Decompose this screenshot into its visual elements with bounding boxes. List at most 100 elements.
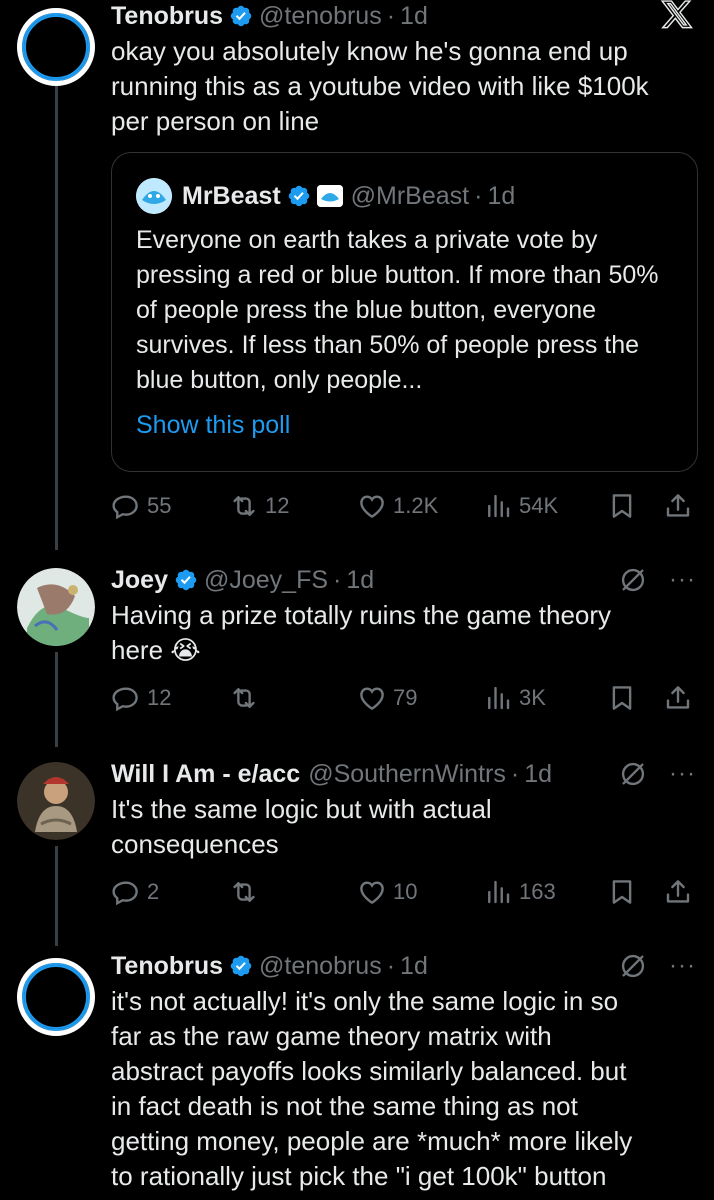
- author-name[interactable]: Joey: [111, 566, 168, 595]
- heart-icon: [360, 687, 384, 711]
- verified-badge-icon: [230, 5, 252, 27]
- tweet-text: Having a prize totally ruins the game th…: [111, 600, 612, 665]
- verified-badge-icon: [288, 185, 309, 207]
- bookmark-icon: [612, 494, 632, 518]
- author-name[interactable]: Will I Am - e/acc: [111, 760, 300, 789]
- views-count: 163: [519, 879, 556, 904]
- separator-dot: ·: [386, 1, 396, 30]
- tweet-actions: 2 10 163: [111, 874, 696, 910]
- retweet-button[interactable]: 12: [229, 488, 289, 524]
- tweet-header: Tenobrus @tenobrus · 1d ···: [111, 950, 696, 982]
- tweet[interactable]: Will I Am - e/acc @SouthernWintrs · 1d ·…: [0, 754, 714, 934]
- quoted-tweet-text: Everyone on earth takes a private vote b…: [136, 226, 659, 394]
- heart-icon: [360, 881, 384, 905]
- more-options-icon[interactable]: ···: [669, 568, 696, 592]
- bookmark-button[interactable]: [607, 680, 637, 716]
- like-button[interactable]: 1.2K: [357, 488, 438, 524]
- reply-count: 12: [147, 685, 172, 710]
- avatar[interactable]: [17, 568, 95, 646]
- tweet-header: Tenobrus @tenobrus · 1d: [111, 0, 696, 32]
- views-icon: [488, 494, 510, 518]
- views-count: 3K: [519, 685, 546, 710]
- tweet[interactable]: Tenobrus @tenobrus · 1d ··· it's not act…: [0, 950, 714, 1200]
- timestamp[interactable]: 1d: [524, 760, 552, 789]
- retweet-button[interactable]: [229, 874, 265, 910]
- reply-count: 2: [147, 879, 160, 904]
- timestamp[interactable]: 1d: [400, 2, 428, 31]
- reply-icon: [112, 881, 138, 906]
- bookmark-button[interactable]: [607, 488, 637, 524]
- share-button[interactable]: [663, 874, 693, 910]
- reply-button[interactable]: 2: [111, 874, 159, 910]
- retweet-icon: [233, 688, 255, 708]
- grok-icon[interactable]: [619, 952, 647, 980]
- author-name[interactable]: Tenobrus: [111, 952, 223, 981]
- tweet-actions: 12 79 3K: [111, 680, 696, 716]
- author-handle[interactable]: @tenobrus: [259, 2, 382, 31]
- bookmark-icon: [612, 686, 632, 710]
- quoted-avatar: [136, 178, 172, 214]
- like-count: 79: [393, 685, 418, 710]
- like-count: 10: [393, 879, 418, 904]
- bookmark-button[interactable]: [607, 874, 637, 910]
- verified-badge-icon: [230, 955, 252, 977]
- quoted-author-handle: @MrBeast: [350, 181, 470, 210]
- reply-button[interactable]: 55: [111, 488, 171, 524]
- author-handle[interactable]: @SouthernWintrs: [308, 760, 506, 789]
- tweet-text: It's the same logic but with actual cons…: [111, 794, 492, 859]
- author-handle[interactable]: @Joey_FS: [204, 566, 328, 595]
- share-button[interactable]: [663, 680, 693, 716]
- verified-badge-icon: [175, 569, 197, 591]
- show-poll-link[interactable]: Show this poll: [136, 411, 290, 440]
- bookmark-icon: [612, 880, 632, 904]
- views-button[interactable]: 3K: [483, 680, 546, 716]
- more-options-icon[interactable]: ···: [669, 762, 696, 786]
- avatar[interactable]: [17, 958, 95, 1036]
- tweet[interactable]: Joey @Joey_FS · 1d ··· Having a prize to…: [0, 560, 714, 735]
- views-icon: [488, 686, 510, 710]
- quoted-timestamp: 1d: [487, 181, 516, 210]
- separator-dot: ·: [386, 951, 396, 980]
- grok-icon[interactable]: [619, 566, 647, 594]
- views-button[interactable]: 54K: [483, 488, 558, 524]
- share-button[interactable]: [663, 488, 693, 524]
- like-button[interactable]: 10: [357, 874, 417, 910]
- separator-dot: ·: [333, 565, 342, 594]
- author-name[interactable]: Tenobrus: [111, 2, 223, 31]
- share-icon: [666, 880, 690, 903]
- views-button[interactable]: 163: [483, 874, 556, 910]
- reply-button[interactable]: 12: [111, 680, 171, 716]
- retweet-button[interactable]: [229, 680, 265, 716]
- quoted-tweet-header: MrBeast @MrBeast · 1d: [136, 178, 515, 214]
- retweet-count: 12: [265, 493, 290, 518]
- tweet-actions: 55 12 1.2K 54K: [111, 488, 696, 524]
- reply-icon: [112, 495, 138, 520]
- views-icon: [488, 880, 510, 904]
- like-button[interactable]: 79: [357, 680, 417, 716]
- heart-icon: [360, 495, 384, 519]
- tweet[interactable]: Tenobrus @tenobrus · 1d okay you absolut…: [0, 0, 714, 540]
- views-count: 54K: [519, 493, 559, 518]
- separator-dot: ·: [474, 181, 483, 210]
- share-icon: [666, 686, 690, 709]
- reply-count: 55: [147, 493, 172, 518]
- tweet-header: Will I Am - e/acc @SouthernWintrs · 1d ·…: [111, 758, 696, 790]
- timestamp[interactable]: 1d: [400, 952, 428, 981]
- reply-icon: [112, 687, 138, 712]
- separator-dot: ·: [510, 759, 520, 788]
- tweet-text: it's not actually! it's only the same lo…: [111, 986, 633, 1191]
- grok-icon[interactable]: [619, 760, 647, 788]
- share-icon: [666, 494, 690, 517]
- author-handle[interactable]: @tenobrus: [259, 952, 382, 981]
- quoted-author-name: MrBeast: [182, 181, 281, 210]
- avatar[interactable]: [17, 762, 95, 840]
- more-options-icon[interactable]: ···: [669, 954, 696, 978]
- tweet-header: Joey @Joey_FS · 1d ···: [111, 564, 696, 596]
- quoted-tweet[interactable]: MrBeast @MrBeast · 1d Everyone on earth …: [111, 152, 698, 472]
- retweet-icon: [233, 882, 255, 902]
- timestamp[interactable]: 1d: [346, 566, 374, 595]
- affiliate-badge-icon: [316, 185, 343, 207]
- avatar[interactable]: [17, 8, 95, 86]
- tweet-text: okay you absolutely know he's gonna end …: [111, 36, 649, 136]
- like-count: 1.2K: [393, 493, 439, 518]
